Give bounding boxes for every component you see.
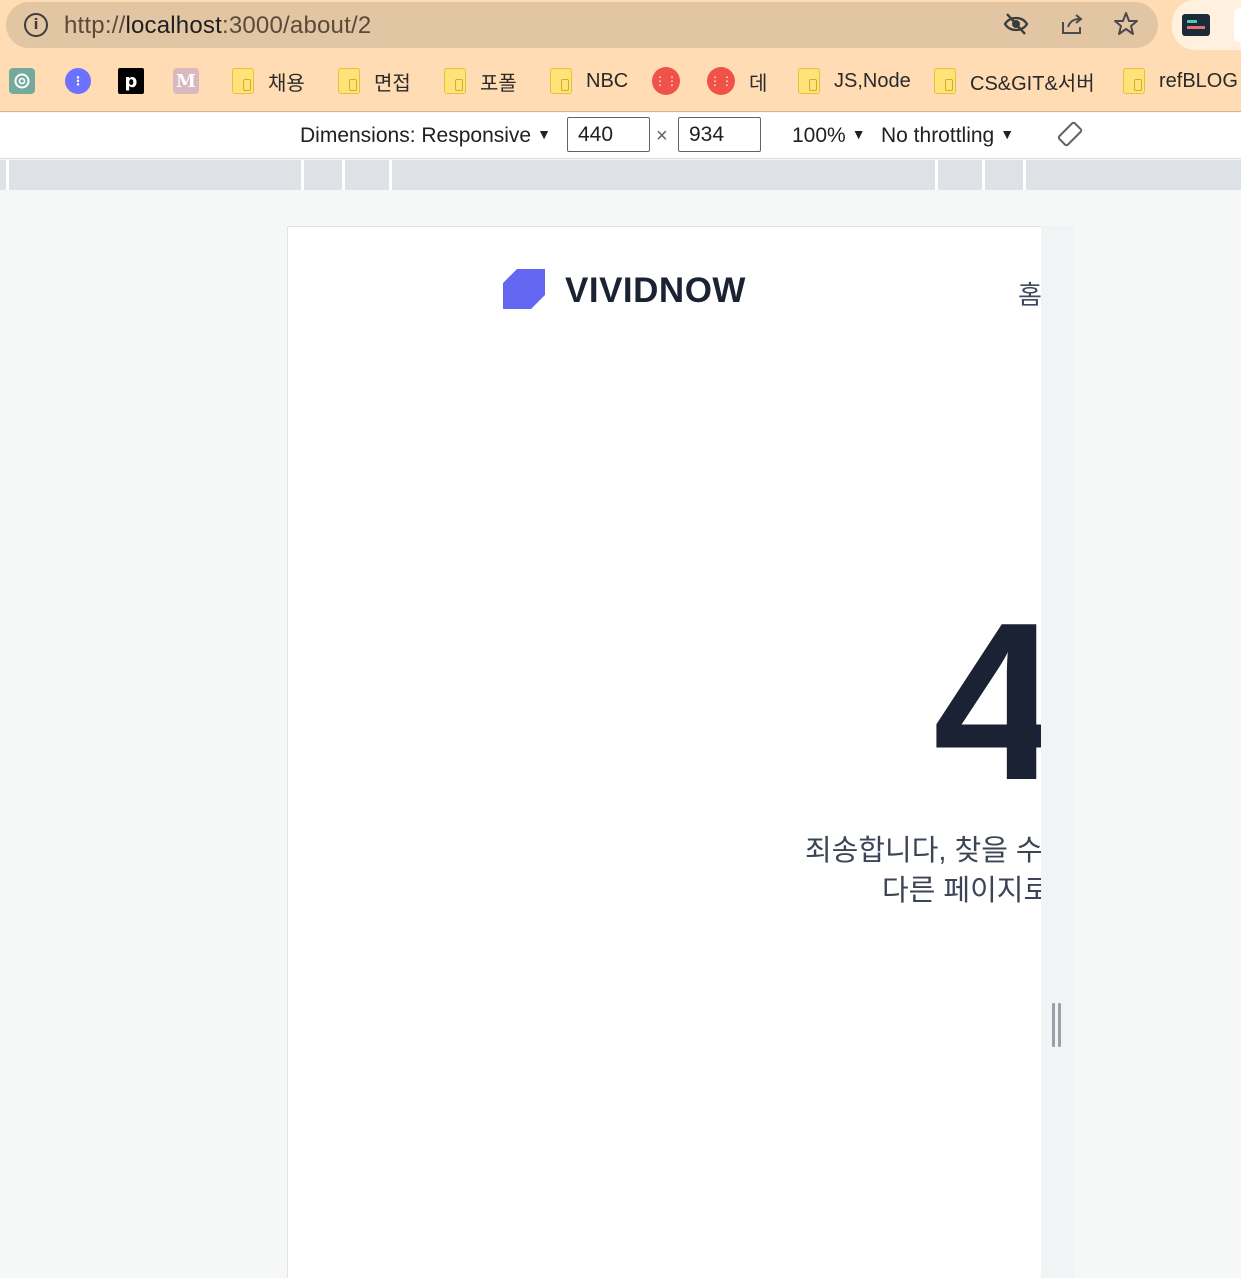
bookmark-red-2[interactable]: ⋮⋮ 데 xyxy=(707,50,767,112)
bookmark-folder-jsnode[interactable]: JS,Node xyxy=(798,50,911,112)
url-text[interactable]: http://localhost:3000/about/2 xyxy=(64,12,371,40)
bookmark-label: CS&GIT&서버 xyxy=(970,72,1095,95)
bookmark-label: 포폴 xyxy=(480,72,517,95)
ruler-tick xyxy=(301,160,304,190)
bookmark-label: refBLOG xyxy=(1159,69,1238,92)
dimensions-dropdown[interactable]: Dimensions: Responsive ▼ xyxy=(300,124,551,148)
chatgpt-icon xyxy=(9,68,35,94)
bookmark-label: JS,Node xyxy=(834,69,911,92)
bookmark-red-1[interactable]: ⋮⋮ xyxy=(652,50,694,112)
bookmark-folder-cs[interactable]: CS&GIT&서버 xyxy=(934,50,1095,112)
folder-icon xyxy=(338,68,360,94)
bookmark-folder-hiring[interactable]: 채용 xyxy=(232,50,305,112)
browser-top-bar: i http://localhost:3000/about/2 xyxy=(0,0,1241,50)
width-input[interactable] xyxy=(567,117,650,152)
star-icon[interactable] xyxy=(1110,10,1142,40)
vividnow-logo-icon[interactable] xyxy=(503,269,545,309)
folder-icon xyxy=(232,68,254,94)
bookmark-folder-portfolio[interactable]: 포폴 xyxy=(444,50,517,112)
throttling-dropdown[interactable]: No throttling ▼ xyxy=(881,124,1014,148)
bookmark-label: 면접 xyxy=(374,72,411,95)
eye-off-icon[interactable] xyxy=(1000,10,1032,40)
dimensions-label: Dimensions: Responsive xyxy=(300,124,532,147)
folder-icon xyxy=(798,68,820,94)
zoom-label: 100% xyxy=(792,124,846,147)
folder-icon xyxy=(1123,68,1145,94)
info-icon[interactable]: i xyxy=(24,13,48,37)
folder-icon xyxy=(550,68,572,94)
extension-icon[interactable] xyxy=(1182,14,1210,36)
profile-edge[interactable] xyxy=(1234,8,1241,42)
p-icon: p xyxy=(118,68,144,94)
times-symbol: × xyxy=(656,125,668,147)
bookmark-p[interactable]: p xyxy=(118,50,144,112)
url-path: :3000/about/2 xyxy=(221,12,372,39)
chevron-down-icon: ▼ xyxy=(1000,126,1015,142)
error-message-line2: 다른 페이지로 xyxy=(882,875,1041,907)
bookmark-label: NBC xyxy=(586,69,629,92)
chevron-down-icon: ▼ xyxy=(851,126,866,142)
ruler-tick xyxy=(6,160,9,190)
resize-handle[interactable] xyxy=(1052,1003,1062,1047)
error-code: 4 xyxy=(933,589,1041,814)
nav-home-link[interactable]: 홈 xyxy=(1018,275,1041,312)
red-dots-icon: ⋮⋮ xyxy=(652,67,680,95)
zoom-dropdown[interactable]: 100% ▼ xyxy=(792,124,866,148)
bookmark-folder-nbc[interactable]: NBC xyxy=(550,50,628,112)
resize-gutter xyxy=(1041,226,1074,1278)
brand-name[interactable]: VIVIDNOW xyxy=(565,271,746,311)
url-prefix: http:// xyxy=(64,12,126,39)
bookmarks-bar: ⋮ p M 채용 면접 포폴 NBC ⋮⋮ ⋮⋮ 데 JS,Node CS&GI… xyxy=(0,50,1241,112)
throttle-label: No throttling xyxy=(881,124,995,147)
bookmark-folder-refblog[interactable]: refBLOG xyxy=(1123,50,1238,112)
url-host: localhost xyxy=(125,12,222,39)
medium-icon: M xyxy=(173,68,199,94)
rotate-icon[interactable] xyxy=(1057,121,1083,147)
chevron-down-icon: ▼ xyxy=(537,126,551,142)
ruler-tick xyxy=(342,160,345,190)
share-icon[interactable] xyxy=(1056,10,1088,40)
error-message-line1: 죄송합니다, 찾을 수 xyxy=(805,835,1041,867)
bookmark-label: 채용 xyxy=(268,72,305,95)
red-dots-icon: ⋮⋮ xyxy=(707,67,735,95)
ruler-tick xyxy=(935,160,938,190)
ruler-tick xyxy=(982,160,985,190)
page-viewport: VIVIDNOW 홈 4 죄송합니다, 찾을 수 다른 페이지로 xyxy=(287,226,1041,1278)
bookmark-chatgpt[interactable] xyxy=(9,50,35,112)
ruler-tick xyxy=(1023,160,1026,190)
bookmark-medium[interactable]: M xyxy=(173,50,199,112)
address-bar[interactable]: i http://localhost:3000/about/2 xyxy=(6,2,1158,48)
ruler-tick xyxy=(389,160,392,190)
folder-icon xyxy=(444,68,466,94)
bookmark-app[interactable]: ⋮ xyxy=(65,50,91,112)
app-icon: ⋮ xyxy=(65,68,91,94)
bookmark-label: 데 xyxy=(749,72,768,95)
media-query-ruler[interactable] xyxy=(0,160,1241,190)
folder-icon xyxy=(934,68,956,94)
device-toolbar: Dimensions: Responsive ▼ × 100% ▼ No throt… xyxy=(0,113,1241,159)
extensions-area xyxy=(1172,0,1241,50)
height-input[interactable] xyxy=(678,117,761,152)
bookmark-folder-interview[interactable]: 면접 xyxy=(338,50,411,112)
